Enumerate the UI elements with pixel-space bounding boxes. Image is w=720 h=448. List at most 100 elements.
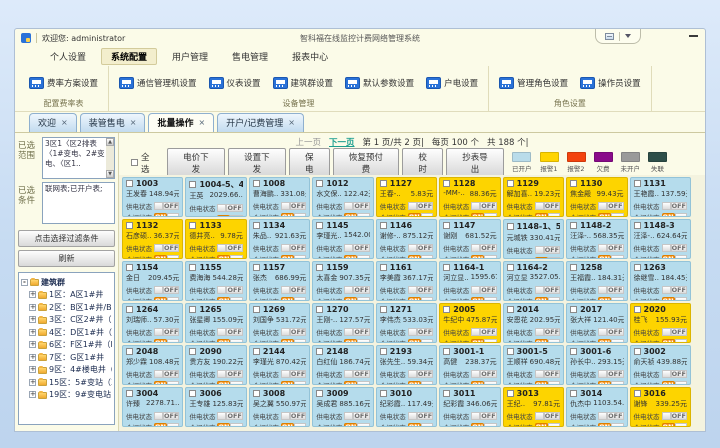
toggle-on-segment[interactable]: ON: [598, 423, 611, 427]
menu-item-4[interactable]: 报表中心: [283, 49, 337, 64]
toggle-off-segment[interactable]: [357, 213, 369, 217]
meter-card[interactable]: 1004-5、40—王英2029.66..供电状态OFF合闸状态ON: [185, 177, 246, 217]
toggle-off-segment[interactable]: [675, 297, 687, 301]
toggle-on-segment[interactable]: ON: [154, 339, 167, 343]
close-toggle[interactable]: ON: [217, 297, 242, 301]
close-toggle[interactable]: ON: [598, 423, 623, 427]
toggle-on-segment[interactable]: [408, 328, 417, 336]
toggle-off-segment[interactable]: [357, 339, 369, 343]
toggle-off-segment[interactable]: [167, 381, 179, 385]
supply-toggle[interactable]: OFF: [344, 202, 369, 210]
toggle-off-segment[interactable]: [548, 339, 560, 343]
toggle-off-segment[interactable]: [167, 297, 179, 301]
tab-close-icon[interactable]: ×: [130, 118, 137, 127]
close-toggle[interactable]: ON: [281, 213, 306, 217]
toggle-off-segment[interactable]: OFF: [544, 412, 560, 420]
meter-card[interactable]: 1008曹海鹏..331.08元供电状态OFF合闸状态ON: [249, 177, 310, 217]
supply-toggle[interactable]: OFF: [344, 244, 369, 252]
toggle-off-segment[interactable]: [548, 297, 560, 301]
toggle-on-segment[interactable]: ON: [281, 381, 294, 385]
meter-card[interactable]: 1264刘瑞师..57.30元供电状态OFF合闸状态ON: [122, 303, 183, 343]
toggle-off-segment[interactable]: [484, 339, 496, 343]
toggle-on-segment[interactable]: ON: [598, 297, 611, 301]
meter-card[interactable]: 1159太喜金907.35元供电状态OFF合闸状态ON: [312, 261, 373, 301]
ribbon-button[interactable]: 户电设置: [420, 74, 484, 92]
supply-toggle[interactable]: OFF: [154, 328, 179, 336]
toggle-on-segment[interactable]: [281, 370, 290, 378]
card-checkbox[interactable]: [253, 348, 260, 355]
toggle-on-segment[interactable]: [408, 412, 417, 420]
toggle-off-segment[interactable]: OFF: [480, 412, 496, 420]
card-checkbox[interactable]: [380, 180, 387, 187]
close-toggle[interactable]: ON: [344, 423, 369, 427]
toggle-off-segment[interactable]: [548, 257, 560, 259]
toggle-off-segment[interactable]: OFF: [226, 412, 242, 420]
supply-toggle[interactable]: OFF: [217, 328, 242, 336]
close-toggle[interactable]: ON: [408, 423, 433, 427]
toggle-on-segment[interactable]: [408, 286, 417, 294]
tab-1[interactable]: 装管售电×: [80, 113, 146, 132]
card-checkbox[interactable]: [507, 348, 514, 355]
toggle-on-segment[interactable]: ON: [344, 339, 357, 343]
card-checkbox[interactable]: [443, 306, 450, 313]
card-checkbox[interactable]: [253, 306, 260, 313]
toggle-on-segment[interactable]: ON: [471, 297, 484, 301]
meter-card[interactable]: 3001-6孙长中..293.15元供电状态OFF合闸状态ON: [566, 345, 627, 385]
scroll-down-icon[interactable]: ▼: [106, 170, 114, 178]
toggle-off-segment[interactable]: [230, 255, 242, 259]
close-toggle[interactable]: ON: [217, 423, 242, 427]
supply-toggle[interactable]: OFF: [471, 370, 496, 378]
supply-toggle[interactable]: OFF: [154, 412, 179, 420]
card-checkbox[interactable]: [316, 348, 323, 355]
ribbon-button[interactable]: 建筑群设置: [267, 74, 340, 92]
tree-item[interactable]: +2区：B区1#井/B区1..: [21, 301, 112, 314]
tree-root[interactable]: -建筑群: [21, 276, 112, 289]
toggle-off-segment[interactable]: [675, 339, 687, 343]
chevron-down-icon[interactable]: [625, 34, 631, 38]
toggle-on-segment[interactable]: ON: [344, 213, 357, 217]
toggle-off-segment[interactable]: [294, 255, 306, 259]
expand-icon[interactable]: +: [29, 316, 36, 323]
supply-toggle[interactable]: OFF: [662, 244, 687, 252]
card-checkbox[interactable]: [570, 180, 577, 187]
toggle-off-segment[interactable]: [294, 213, 306, 217]
meter-card[interactable]: 1265张星卿155.09元供电状态OFF合闸状态ON: [185, 303, 246, 343]
meter-card[interactable]: 1127王春-..5.83元供电状态OFF合闸状态ON: [376, 177, 437, 217]
toggle-on-segment[interactable]: ON: [535, 339, 548, 343]
toolbar-button[interactable]: 恢复预付费: [333, 148, 399, 178]
toggle-off-segment[interactable]: [230, 381, 242, 385]
toggle-off-segment[interactable]: OFF: [226, 286, 242, 294]
close-toggle[interactable]: ON: [662, 339, 687, 343]
toggle-off-segment[interactable]: [294, 423, 306, 427]
listbox-scrollbar[interactable]: ▲ ▼: [106, 138, 114, 178]
toggle-on-segment[interactable]: ON: [598, 339, 611, 343]
meter-card[interactable]: 3013王纪..97.81元供电状态OFF合闸状态ON: [503, 387, 564, 427]
supply-toggle[interactable]: OFF: [471, 412, 496, 420]
menu-item-0[interactable]: 个人设置: [41, 49, 95, 64]
toggle-off-segment[interactable]: OFF: [671, 412, 687, 420]
supply-toggle[interactable]: OFF: [281, 244, 306, 252]
toggle-off-segment[interactable]: OFF: [544, 370, 560, 378]
toggle-off-segment[interactable]: [230, 423, 242, 427]
toggle-on-segment[interactable]: [662, 328, 671, 336]
toggle-on-segment[interactable]: [154, 202, 163, 210]
supply-toggle[interactable]: OFF: [598, 244, 623, 252]
toolbar-button[interactable]: 设置下发: [228, 148, 286, 178]
toggle-on-segment[interactable]: ON: [471, 213, 484, 217]
meter-card[interactable]: 3009吴成君885.16元供电状态OFF合闸状态ON: [312, 387, 373, 427]
meter-card[interactable]: 1148-1、522元城铁330.41元供电状态OFF合闸状态ON: [503, 219, 564, 259]
meter-card[interactable]: 3010纪彩霞..117.49元供电状态OFF合闸状态ON: [376, 387, 437, 427]
card-checkbox[interactable]: [189, 222, 196, 229]
toggle-off-segment[interactable]: OFF: [417, 202, 433, 210]
close-toggle[interactable]: ON: [408, 297, 433, 301]
meter-card[interactable]: 2048郑少霖108.48元供电状态OFF合闸状态ON: [122, 345, 183, 385]
tree-item[interactable]: +4区：D区1#井（D区..: [21, 326, 112, 339]
card-checkbox[interactable]: [253, 264, 260, 271]
ribbon-button[interactable]: 操作员设置: [574, 74, 647, 92]
toggle-off-segment[interactable]: [675, 213, 687, 217]
tree-item[interactable]: +1区：A区1#井: [21, 289, 112, 302]
toggle-off-segment[interactable]: OFF: [671, 328, 687, 336]
close-toggle[interactable]: ON: [217, 381, 242, 385]
expand-icon[interactable]: +: [29, 391, 36, 398]
close-toggle[interactable]: ON: [344, 339, 369, 343]
